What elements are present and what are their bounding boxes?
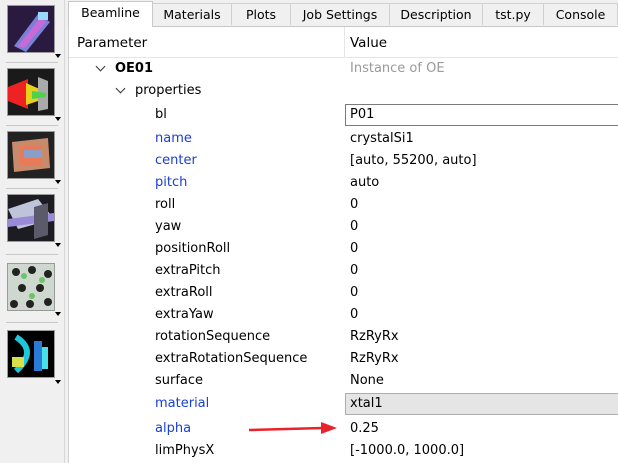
- tab-materials[interactable]: Materials: [152, 3, 232, 25]
- param-value[interactable]: 0: [350, 307, 358, 322]
- param-name: surface: [155, 373, 204, 388]
- column-divider[interactable]: [344, 27, 345, 57]
- chevron-down-icon[interactable]: [55, 380, 61, 384]
- param-name: extraRoll: [155, 285, 213, 300]
- material-combobox[interactable]: [345, 393, 618, 415]
- oe-name: OE01: [115, 61, 154, 76]
- param-row[interactable]: positionRoll 0: [69, 238, 618, 260]
- toolbar-divider: [6, 322, 58, 323]
- param-value[interactable]: auto: [350, 175, 379, 190]
- tree-item-oe01[interactable]: OE01 Instance of OE: [69, 58, 618, 80]
- tab-job-settings[interactable]: Job Settings: [290, 3, 390, 25]
- tab-description[interactable]: Description: [389, 3, 483, 25]
- param-row[interactable]: material xtal1: [69, 393, 618, 415]
- param-value[interactable]: 0: [350, 241, 358, 256]
- param-row[interactable]: extraYaw 0: [69, 304, 618, 326]
- param-name: alpha: [155, 421, 192, 436]
- properties-tree[interactable]: Parameter Value OE01 Instance of OE prop…: [68, 26, 618, 463]
- param-row[interactable]: pitch auto: [69, 172, 618, 194]
- param-row[interactable]: surface None: [69, 370, 618, 392]
- param-row[interactable]: roll 0: [69, 194, 618, 216]
- toolbar-divider: [6, 125, 58, 126]
- chevron-down-icon[interactable]: [55, 312, 61, 316]
- param-value: P01: [350, 107, 375, 122]
- param-value[interactable]: RzRyRx: [350, 329, 399, 344]
- materials-icon[interactable]: [7, 263, 55, 311]
- param-name: extraYaw: [155, 307, 214, 322]
- optical-elements-icon[interactable]: [7, 131, 55, 179]
- component-toolbar: [0, 0, 65, 463]
- param-value[interactable]: 0: [350, 197, 358, 212]
- param-value[interactable]: 0: [350, 219, 358, 234]
- param-name: extraPitch: [155, 263, 221, 278]
- value-column-header[interactable]: Value: [350, 35, 387, 51]
- param-name: bl: [155, 107, 167, 122]
- param-row[interactable]: extraPitch 0: [69, 260, 618, 282]
- chevron-down-icon[interactable]: [55, 117, 61, 121]
- tab-console[interactable]: Console: [543, 3, 618, 25]
- param-name: center: [155, 153, 197, 168]
- screens-icon[interactable]: [7, 194, 55, 242]
- param-name: name: [155, 131, 192, 146]
- tab-beamline[interactable]: Beamline: [68, 1, 153, 27]
- param-name: yaw: [155, 219, 182, 234]
- expand-caret-icon[interactable]: [115, 83, 126, 94]
- properties-group-label: properties: [135, 83, 202, 98]
- param-value[interactable]: 0: [350, 285, 358, 300]
- param-value: xtal1: [350, 396, 383, 411]
- chevron-down-icon[interactable]: [55, 54, 61, 58]
- param-row[interactable]: bl P01: [69, 104, 618, 126]
- param-value[interactable]: None: [350, 373, 384, 388]
- param-row[interactable]: extraRotationSequence RzRyRx: [69, 348, 618, 370]
- tab-plots[interactable]: Plots: [231, 3, 291, 25]
- chevron-down-icon[interactable]: [55, 180, 61, 184]
- oe-instance-label: Instance of OE: [350, 61, 445, 76]
- param-row[interactable]: rotationSequence RzRyRx: [69, 326, 618, 348]
- param-row[interactable]: extraRoll 0: [69, 282, 618, 304]
- param-name: pitch: [155, 175, 188, 190]
- tab-tst-py[interactable]: tst.py: [482, 3, 544, 25]
- bl-value-field[interactable]: [345, 104, 618, 126]
- tree-header: Parameter Value: [69, 27, 618, 58]
- param-name: limPhysX: [155, 443, 215, 458]
- param-value[interactable]: crystalSi1: [350, 131, 414, 146]
- plots-icon[interactable]: [7, 330, 55, 378]
- param-name: material: [155, 396, 210, 411]
- sources-icon[interactable]: [7, 5, 55, 53]
- param-row[interactable]: limPhysX [-1000.0, 1000.0]: [69, 440, 618, 462]
- param-name: extraRotationSequence: [155, 351, 308, 366]
- param-name: rotationSequence: [155, 329, 271, 344]
- apertures-icon[interactable]: [7, 68, 55, 116]
- toolbar-divider: [6, 254, 58, 255]
- toolbar-divider: [6, 62, 58, 63]
- param-value[interactable]: [auto, 55200, auto]: [350, 153, 477, 168]
- parameter-column-header[interactable]: Parameter: [77, 35, 147, 51]
- param-row[interactable]: name crystalSi1: [69, 128, 618, 150]
- toolbar-divider: [6, 188, 58, 189]
- param-value[interactable]: [-1000.0, 1000.0]: [350, 443, 464, 458]
- expand-caret-icon[interactable]: [95, 61, 106, 72]
- param-value[interactable]: RzRyRx: [350, 351, 399, 366]
- param-row[interactable]: yaw 0: [69, 216, 618, 238]
- main-tab-bar: Beamline Materials Plots Job Settings De…: [68, 0, 618, 27]
- param-row[interactable]: center [auto, 55200, auto]: [69, 150, 618, 172]
- param-name: positionRoll: [155, 241, 231, 256]
- chevron-down-icon[interactable]: [55, 243, 61, 247]
- param-name: roll: [155, 197, 176, 212]
- tree-item-properties[interactable]: properties: [69, 80, 618, 102]
- param-value[interactable]: 0.25: [350, 421, 379, 436]
- annotation-arrow-icon: [248, 422, 337, 434]
- param-row[interactable]: alpha 0.25: [69, 418, 618, 440]
- param-value[interactable]: 0: [350, 263, 358, 278]
